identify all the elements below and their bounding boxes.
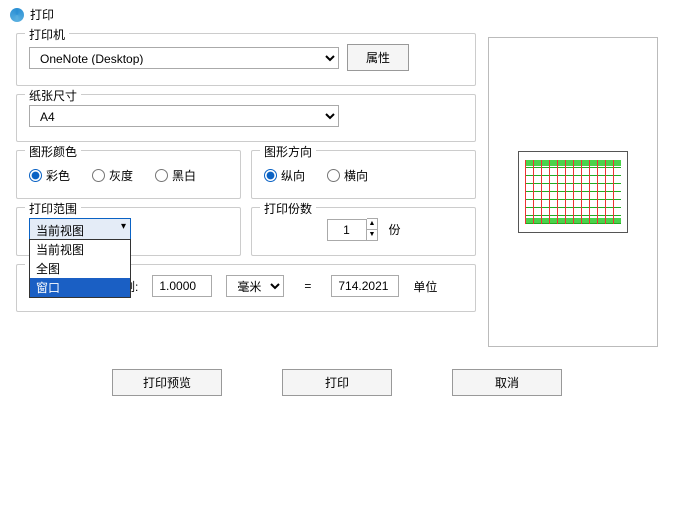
printer-properties-button[interactable]: 属性 (347, 44, 409, 71)
window-title: 打印 (30, 6, 54, 23)
print-preview-panel (488, 37, 658, 347)
radio-gray[interactable]: 灰度 (92, 167, 133, 184)
ratio-right-input[interactable] (331, 275, 399, 297)
radio-color[interactable]: 彩色 (29, 167, 70, 184)
spin-down-icon[interactable]: ▼ (367, 230, 378, 240)
unit-select[interactable]: 毫米 (226, 275, 284, 297)
range-select[interactable]: 当前视图 (29, 218, 131, 240)
range-option-all[interactable]: 全图 (30, 259, 130, 278)
paper-section: 纸张尺寸 A4 (16, 94, 476, 142)
copies-section: 打印份数 ▲▼ 份 (251, 207, 476, 256)
range-dropdown-list: 当前视图 全图 窗口 (29, 239, 131, 298)
copies-spinner[interactable]: ▲▼ (327, 218, 379, 241)
print-button[interactable]: 打印 (282, 369, 392, 396)
app-icon (10, 8, 24, 22)
range-section: 打印范围 当前视图 当前视图 全图 窗口 (16, 207, 241, 256)
copies-input[interactable] (327, 219, 367, 241)
spin-up-icon[interactable]: ▲ (367, 219, 378, 230)
printer-label: 打印机 (25, 26, 69, 43)
range-option-window[interactable]: 窗口 (30, 278, 130, 297)
preview-thumbnail (518, 151, 628, 233)
paper-size-select[interactable]: A4 (29, 105, 339, 127)
range-label: 打印范围 (25, 200, 81, 217)
orient-section: 图形方向 纵向 横向 (251, 150, 476, 199)
orient-label: 图形方向 (260, 143, 316, 160)
radio-bw[interactable]: 黑白 (155, 167, 196, 184)
copies-label: 打印份数 (260, 200, 316, 217)
print-preview-button[interactable]: 打印预览 (112, 369, 222, 396)
cancel-button[interactable]: 取消 (452, 369, 562, 396)
printer-section: 打印机 OneNote (Desktop) 属性 (16, 33, 476, 86)
copies-unit: 份 (388, 221, 400, 238)
range-option-current[interactable]: 当前视图 (30, 240, 130, 259)
unit-suffix: 单位 (413, 278, 437, 295)
radio-landscape[interactable]: 横向 (327, 167, 368, 184)
radio-portrait[interactable]: 纵向 (264, 167, 305, 184)
color-label: 图形颜色 (25, 143, 81, 160)
ratio-sep: = (304, 279, 311, 293)
ratio-left-input[interactable] (152, 275, 212, 297)
titlebar: 打印 (0, 0, 674, 29)
paper-label: 纸张尺寸 (25, 87, 81, 104)
dialog-body: 打印机 OneNote (Desktop) 属性 纸张尺寸 A4 图形颜色 彩色… (0, 29, 674, 355)
color-section: 图形颜色 彩色 灰度 黑白 (16, 150, 241, 199)
footer: 打印预览 打印 取消 (0, 355, 674, 396)
printer-select[interactable]: OneNote (Desktop) (29, 47, 339, 69)
